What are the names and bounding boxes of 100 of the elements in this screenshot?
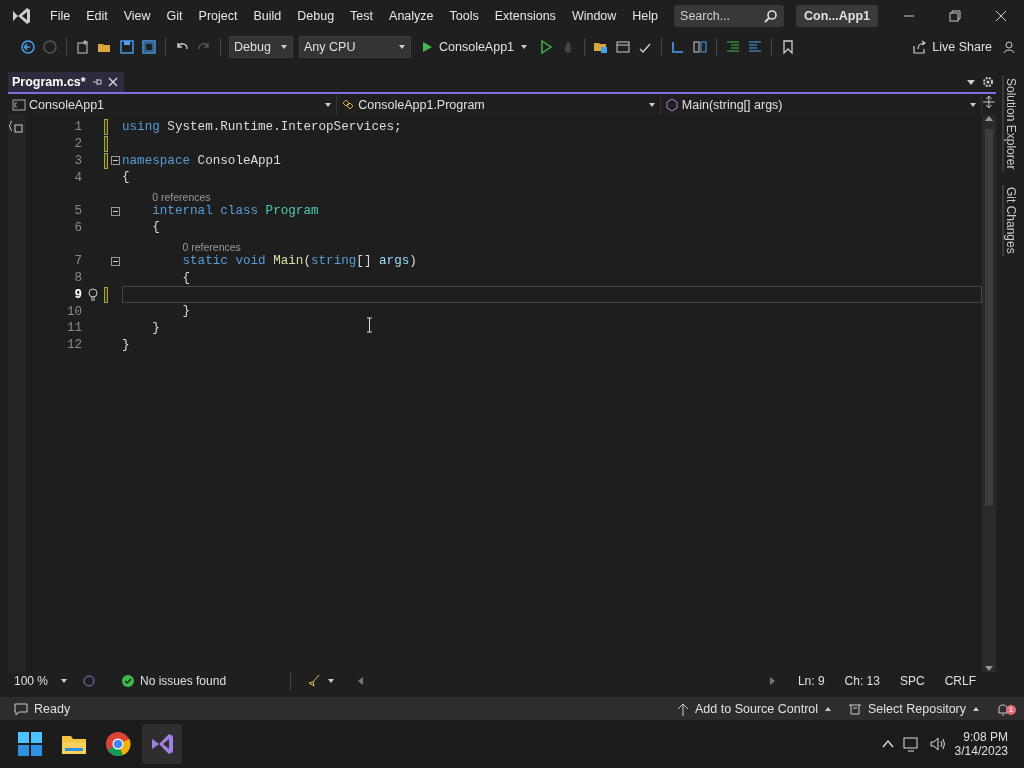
code-line: } [181,303,191,320]
code-line: { [151,219,160,237]
menu-item[interactable]: Analyze [381,5,442,27]
menu-item[interactable]: Edit [78,5,116,27]
menu-item[interactable]: View [115,5,159,27]
solution-name: Con...App1 [796,5,879,27]
line-number: 10 [65,304,82,319]
start-button[interactable]: ConsoleApp1 [417,38,533,56]
share-icon [912,40,927,54]
compare-icon[interactable] [692,39,709,55]
clock-time[interactable]: 9:08 PM [963,730,1008,744]
line-number: 5 [73,204,82,219]
menu-item[interactable]: Project [190,5,246,27]
line-number: 9 [73,287,82,302]
visual-studio-button[interactable] [142,724,182,764]
start-icon [17,731,43,757]
code-line: } [151,319,160,337]
collapse-icon[interactable] [110,206,120,216]
class-icon [341,98,356,112]
line-position[interactable]: Ln: 9 [791,674,831,688]
caret-icon [647,101,656,109]
menu-item[interactable]: Git [158,5,191,27]
vertical-scrollbar[interactable] [982,115,996,672]
source-control-button[interactable]: Add to Source Control [669,701,841,716]
reference-count[interactable]: 0 references [152,190,211,203]
search-icon [764,9,779,23]
whitespace-indicator[interactable]: SPC [893,674,931,688]
collapse-icon[interactable] [110,256,120,266]
menu-item[interactable]: Debug [289,5,343,27]
line-number: 2 [73,137,82,152]
window-layout-icon[interactable] [615,39,632,55]
column-position[interactable]: Ch: 13 [838,674,886,688]
caret-icon [280,43,288,51]
menu-item[interactable]: Build [245,5,290,27]
indent-icon[interactable] [725,39,742,55]
line-number: 3 [73,154,82,168]
check-circle-icon [122,675,134,687]
save-icon[interactable] [119,39,135,55]
menu-item[interactable]: Tools [441,5,487,27]
clock-date[interactable]: 3/14/2023 [954,744,1008,758]
outdent-icon[interactable] [747,39,764,55]
restore-icon [948,9,962,23]
menu-item[interactable]: File [42,5,79,27]
caret-icon [324,101,333,109]
text-cursor-icon [366,317,373,333]
zoom-dropdown[interactable]: 100 % [8,674,74,688]
configuration-dropdown[interactable]: Debug [229,36,293,58]
line-number: 7 [73,254,82,269]
code-line: static void Main(string[] args) [181,252,417,270]
lightbulb-icon[interactable] [87,287,99,302]
volume-icon[interactable] [928,736,947,752]
issues-indicator[interactable]: No issues found [116,674,233,688]
collapse-icon[interactable] [110,156,120,166]
menu-item[interactable]: Test [342,5,382,27]
line-number: 12 [65,338,82,353]
scroll-right-icon [769,677,776,685]
settings-icon[interactable] [982,76,994,88]
caret-icon[interactable] [966,78,976,86]
line-number: 1 [73,120,82,135]
split-icon[interactable] [982,95,996,109]
caret-icon [398,43,406,51]
caret-icon [969,101,978,109]
code-line: { [122,169,130,187]
repository-button[interactable]: Select Repository [840,701,988,716]
line-endings-indicator[interactable]: CRLF [938,674,982,688]
close-icon [994,9,1008,23]
menu-item[interactable]: Window [563,5,625,27]
menu-item[interactable]: Help [624,5,667,27]
caret-icon [520,43,529,51]
back-icon[interactable] [20,39,36,55]
side-tab[interactable]: Solution Explorer [1002,76,1018,172]
code-line: namespace ConsoleApp1 [122,152,281,170]
code-line: { [181,269,191,287]
line-number: 8 [73,270,82,285]
play-icon [421,41,433,53]
scroll-left-icon [357,677,364,685]
new-item-icon[interactable] [75,39,91,55]
repository-icon [848,701,863,716]
search-field[interactable]: Search... [674,5,785,27]
code-line: } [122,336,130,354]
platform-dropdown[interactable]: Any CPU [299,36,411,58]
line-number: 6 [73,220,82,235]
line-number: 4 [73,170,82,185]
broom-icon [307,674,322,688]
caret-icon [327,677,336,685]
document-tab[interactable]: Program.cs* [8,72,124,92]
save-all-icon[interactable] [141,39,157,55]
reference-count[interactable]: 0 references [182,240,241,253]
close-icon[interactable] [107,77,118,87]
side-tab[interactable]: Git Changes [1002,185,1018,257]
method-icon [664,98,679,112]
caret-icon [60,677,68,685]
code-line: internal class Program [151,202,319,220]
browser-icon [105,731,131,757]
bell-icon [996,701,1010,716]
menu-item[interactable]: Extensions [486,5,564,27]
live-share-button[interactable]: Live Share [908,38,996,56]
csharp-project-icon [12,98,26,112]
visual-studio-icon [149,731,175,757]
status-text: Ready [6,701,79,716]
